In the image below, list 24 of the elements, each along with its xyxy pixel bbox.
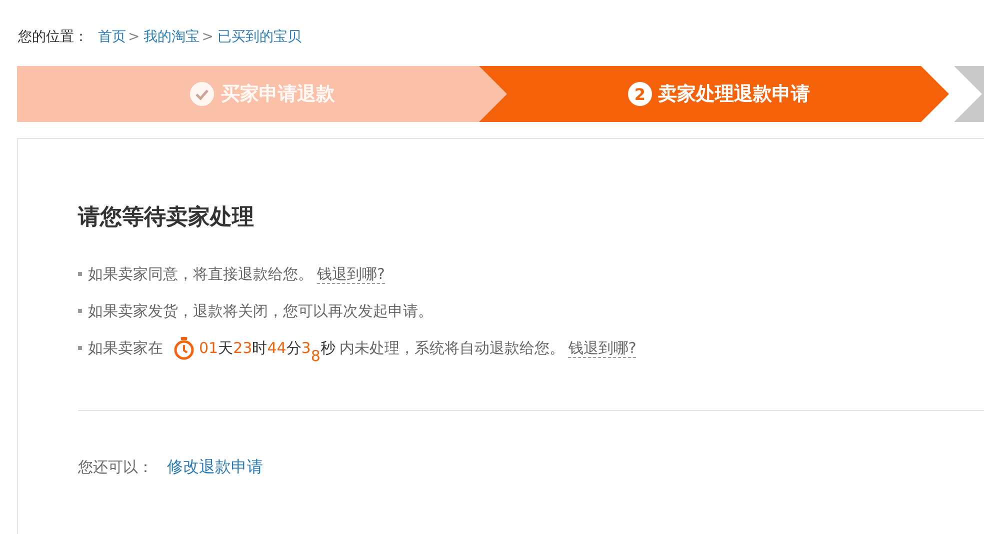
breadcrumb-link[interactable]: 我的淘宝 [144, 28, 200, 46]
status-heading: 请您等待卖家处理 [78, 204, 255, 232]
note-text: 如果卖家同意，将直接退款给您。 钱退到哪? [88, 264, 385, 284]
refund-destination-link[interactable]: 钱退到哪? [317, 264, 385, 284]
breadcrumb-link[interactable]: 首页 [98, 28, 126, 46]
location-label: 您的位置： [18, 28, 88, 46]
bullet-mark [78, 346, 82, 350]
note-text: 如果卖家发货，退款将关闭，您可以再次发起申请。 [88, 302, 433, 320]
modify-request-link[interactable]: 修改退款申请 [167, 456, 263, 478]
actions-label: 您还可以： [78, 458, 153, 476]
step-label: 卖家处理退款申请 [658, 82, 810, 107]
next-step [954, 66, 984, 122]
step-number: 2 [628, 82, 652, 106]
stopwatch-icon [173, 336, 195, 360]
bullet-mark [78, 272, 82, 276]
note-text: 如果卖家在 [88, 338, 163, 358]
check-circle-icon [189, 81, 215, 107]
refund-destination-link[interactable]: 钱退到哪? [568, 338, 636, 358]
step-label: 买家申请退款 [221, 82, 335, 107]
note-text: 内未处理，系统将自动退款给您。 钱退到哪? [339, 338, 636, 358]
bullet-mark [78, 309, 82, 313]
breadcrumb-separator: > [202, 29, 214, 45]
breadcrumb-separator: > [128, 29, 140, 45]
breadcrumb-link[interactable]: 已买到的宝贝 [217, 28, 302, 46]
